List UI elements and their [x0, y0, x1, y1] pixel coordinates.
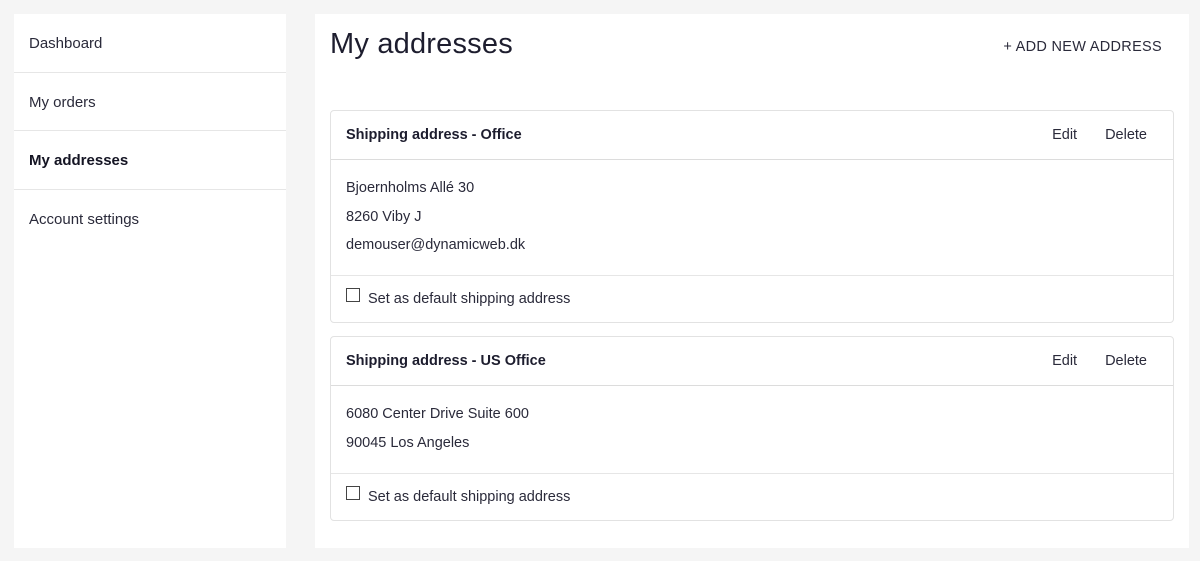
- edit-address-button[interactable]: Edit: [1052, 353, 1077, 369]
- address-card-body: Bjoernholms Allé 30 8260 Viby J demouser…: [331, 160, 1173, 276]
- address-card-title: Shipping address - US Office: [346, 353, 546, 369]
- addresses-panel: My addresses + ADD NEW ADDRESS Shipping …: [315, 14, 1189, 548]
- address-card-header: Shipping address - Office Edit Delete: [331, 111, 1173, 160]
- address-card-actions: Edit Delete: [1052, 353, 1147, 369]
- address-card-footer: Set as default shipping address: [331, 276, 1173, 322]
- sidebar-item-my-addresses[interactable]: My addresses: [14, 131, 286, 190]
- default-shipping-checkbox[interactable]: [346, 288, 360, 302]
- address-card: Shipping address - US Office Edit Delete …: [330, 336, 1174, 521]
- address-city: 90045 Los Angeles: [346, 434, 470, 451]
- address-card-body: 6080 Center Drive Suite 600 90045 Los An…: [331, 386, 1173, 474]
- default-shipping-label[interactable]: Set as default shipping address: [368, 291, 570, 307]
- delete-address-button[interactable]: Delete: [1105, 127, 1147, 143]
- account-sidebar: Dashboard My orders My addresses Account…: [14, 14, 286, 548]
- sidebar-item-dashboard[interactable]: Dashboard: [14, 14, 286, 73]
- sidebar-item-my-orders[interactable]: My orders: [14, 73, 286, 131]
- address-street: Bjoernholms Allé 30: [346, 180, 475, 196]
- address-card: Shipping address - Office Edit Delete Bjo…: [330, 110, 1174, 323]
- add-new-address-button[interactable]: + ADD NEW ADDRESS: [1003, 39, 1162, 55]
- address-card-header: Shipping address - US Office Edit Delete: [331, 337, 1173, 386]
- default-shipping-checkbox[interactable]: [346, 486, 360, 500]
- delete-address-button[interactable]: Delete: [1105, 353, 1147, 369]
- sidebar-item-account-settings[interactable]: Account settings: [14, 190, 286, 249]
- address-card-title: Shipping address - Office: [346, 127, 522, 143]
- default-shipping-label[interactable]: Set as default shipping address: [368, 489, 570, 505]
- page-title: My addresses: [330, 28, 513, 60]
- address-email: demouser@dynamicweb.dk: [346, 237, 526, 253]
- edit-address-button[interactable]: Edit: [1052, 127, 1077, 143]
- address-card-actions: Edit Delete: [1052, 127, 1147, 143]
- address-city: 8260 Viby J: [346, 208, 422, 225]
- address-card-footer: Set as default shipping address: [331, 474, 1173, 520]
- address-street: 6080 Center Drive Suite 600: [346, 406, 529, 422]
